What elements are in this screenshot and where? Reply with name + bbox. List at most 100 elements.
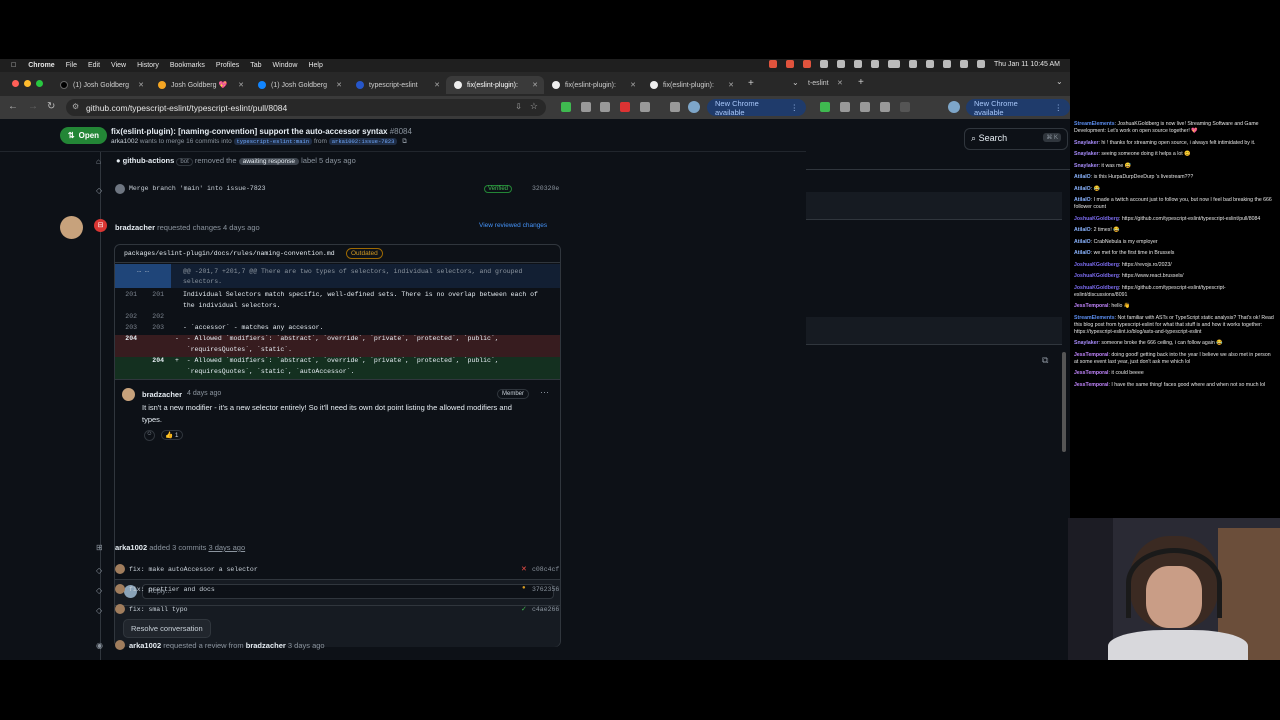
chat-username[interactable]: JessTemporal: [1074, 382, 1109, 388]
status-app-icon[interactable]: [768, 60, 777, 68]
commit-sha[interactable]: 3762356: [532, 586, 559, 593]
new-line-number[interactable]: 202: [142, 313, 164, 320]
chat-username[interactable]: JoshuaKGoldberg: [1074, 262, 1119, 268]
old-line-number[interactable]: 204: [115, 335, 137, 342]
commit-message[interactable]: fix: small typo: [129, 606, 188, 613]
close-tab-icon[interactable]: ✕: [434, 81, 440, 89]
control-center-icon[interactable]: [925, 60, 934, 68]
commit-message[interactable]: fix: prettier and docs: [129, 586, 215, 593]
extension-icon[interactable]: [600, 102, 610, 112]
close-tab-icon[interactable]: ✕: [336, 81, 342, 89]
commit-message[interactable]: Merge branch 'main' into issue-7823: [129, 185, 266, 192]
chat-username[interactable]: AtilaIO: [1074, 227, 1091, 233]
chat-username[interactable]: Snaylaker: [1074, 340, 1099, 346]
chat-username[interactable]: JoshuaKGoldberg: [1074, 273, 1119, 279]
tab[interactable]: fix(eslint-plugin): ✕: [544, 76, 642, 94]
close-tab-icon[interactable]: ✕: [728, 81, 734, 89]
tab-active[interactable]: fix(eslint-plugin): ✕: [446, 76, 544, 94]
event-time[interactable]: 3 days ago: [208, 543, 245, 552]
profile-avatar[interactable]: [948, 101, 960, 113]
old-line-number[interactable]: 203: [115, 324, 137, 331]
chat-username[interactable]: JessTemporal: [1074, 370, 1109, 376]
new-chrome-available-button[interactable]: New Chrome available ⋮: [707, 99, 806, 117]
reviewer-name[interactable]: bradzacher: [115, 223, 155, 232]
menu-history[interactable]: History: [137, 62, 159, 69]
back-icon[interactable]: ←: [8, 101, 18, 112]
side-panel-icon[interactable]: [670, 102, 680, 112]
address-bar[interactable]: ⚙ github.com/typescript-eslint/typescrip…: [66, 99, 546, 116]
secondary-tab-label[interactable]: t-eslint: [808, 80, 829, 87]
extension-icon[interactable]: [860, 102, 870, 112]
site-info-icon[interactable]: ⚙: [72, 102, 79, 111]
ci-pending-icon[interactable]: ●: [522, 585, 526, 591]
commit-sha[interactable]: c4ae266: [532, 606, 559, 613]
new-tab-button[interactable]: +: [748, 78, 754, 89]
base-branch[interactable]: typescript-eslint:main: [233, 138, 313, 145]
chat-username[interactable]: StreamElements: [1074, 121, 1115, 127]
comment-avatar[interactable]: [122, 388, 135, 401]
reviewer-avatar[interactable]: [60, 216, 83, 239]
siri-icon[interactable]: [976, 60, 985, 68]
extension-icon[interactable]: [840, 102, 850, 112]
menu-bookmarks[interactable]: Bookmarks: [170, 62, 205, 69]
wifi-icon[interactable]: [908, 60, 917, 68]
event-actor[interactable]: github-actions: [123, 156, 175, 165]
tab[interactable]: (1) Josh Goldberg ✕: [52, 76, 150, 94]
minimize-window-button[interactable]: [24, 80, 31, 87]
tab[interactable]: typescript-eslint ✕: [348, 76, 446, 94]
chat-username[interactable]: AtilaIO: [1074, 197, 1091, 203]
chat-username[interactable]: JoshuaKGoldberg: [1074, 285, 1119, 291]
commit-sha[interactable]: 320320e: [532, 185, 559, 192]
view-reviewed-changes-link[interactable]: View reviewed changes: [479, 222, 547, 229]
commit-sha[interactable]: c08c4cf: [532, 566, 559, 573]
menu-app-name[interactable]: Chrome: [28, 62, 54, 69]
pr-author[interactable]: arka1002: [111, 138, 138, 145]
close-tab-icon[interactable]: ✕: [238, 81, 244, 89]
menu-profiles[interactable]: Profiles: [216, 62, 239, 69]
profile-avatar[interactable]: [688, 101, 700, 113]
chat-username[interactable]: AtilaIO: [1074, 239, 1091, 245]
chat-username[interactable]: Snaylaker: [1074, 140, 1099, 146]
tab[interactable]: fix(eslint-plugin): ✕: [642, 76, 740, 94]
bookmark-star-icon[interactable]: ☆: [530, 101, 538, 112]
scrollbar[interactable]: [1062, 352, 1066, 452]
extension-icon[interactable]: [620, 102, 630, 112]
chat-username[interactable]: Snaylaker: [1074, 163, 1099, 169]
new-chrome-available-button[interactable]: New Chrome available ⋮: [966, 99, 1070, 117]
chat-username[interactable]: JessTemporal: [1074, 303, 1109, 309]
new-line-number[interactable]: 204: [142, 357, 164, 364]
tab[interactable]: (1) Josh Goldberg ✕: [250, 76, 348, 94]
label-pill[interactable]: awaiting response: [238, 158, 300, 165]
extension-icon[interactable]: [561, 102, 571, 112]
headphones-icon[interactable]: [870, 60, 879, 68]
resolve-conversation-button[interactable]: Resolve conversation: [123, 619, 211, 638]
extension-icon[interactable]: [900, 102, 910, 112]
tab-search-button[interactable]: ⌄: [1056, 77, 1063, 86]
verified-badge[interactable]: Verified: [484, 185, 513, 193]
battery-icon[interactable]: [887, 60, 900, 68]
new-line-number[interactable]: 203: [142, 324, 164, 331]
apple-icon[interactable]: : [11, 62, 16, 69]
search-button[interactable]: ⌕ Search ⌘ K: [964, 128, 1068, 150]
menu-edit[interactable]: Edit: [88, 62, 100, 69]
menu-tab[interactable]: Tab: [250, 62, 261, 69]
moon-icon[interactable]: [836, 60, 845, 68]
chat-username[interactable]: Snaylaker: [1074, 151, 1099, 157]
extension-icon[interactable]: [581, 102, 591, 112]
chat-username[interactable]: JessTemporal: [1074, 352, 1109, 358]
comment-author[interactable]: bradzacher: [142, 390, 182, 399]
ci-passed-icon[interactable]: ✓: [521, 605, 527, 613]
extension-icon[interactable]: [880, 102, 890, 112]
status-app-icon[interactable]: [802, 60, 811, 68]
comment-time[interactable]: 4 days ago: [187, 390, 221, 397]
old-line-number[interactable]: 201: [115, 291, 137, 298]
menu-file[interactable]: File: [66, 62, 77, 69]
event-actor[interactable]: arka1002: [129, 641, 161, 650]
ci-failed-icon[interactable]: ✕: [521, 565, 527, 573]
status-app-icon[interactable]: [819, 60, 828, 68]
github-icon[interactable]: [853, 60, 862, 68]
extensions-puzzle-icon[interactable]: [640, 102, 650, 112]
chat-username[interactable]: StreamElements: [1074, 315, 1115, 321]
forward-icon[interactable]: →: [28, 101, 38, 112]
thumbs-up-reaction[interactable]: 👍 1: [161, 430, 183, 440]
